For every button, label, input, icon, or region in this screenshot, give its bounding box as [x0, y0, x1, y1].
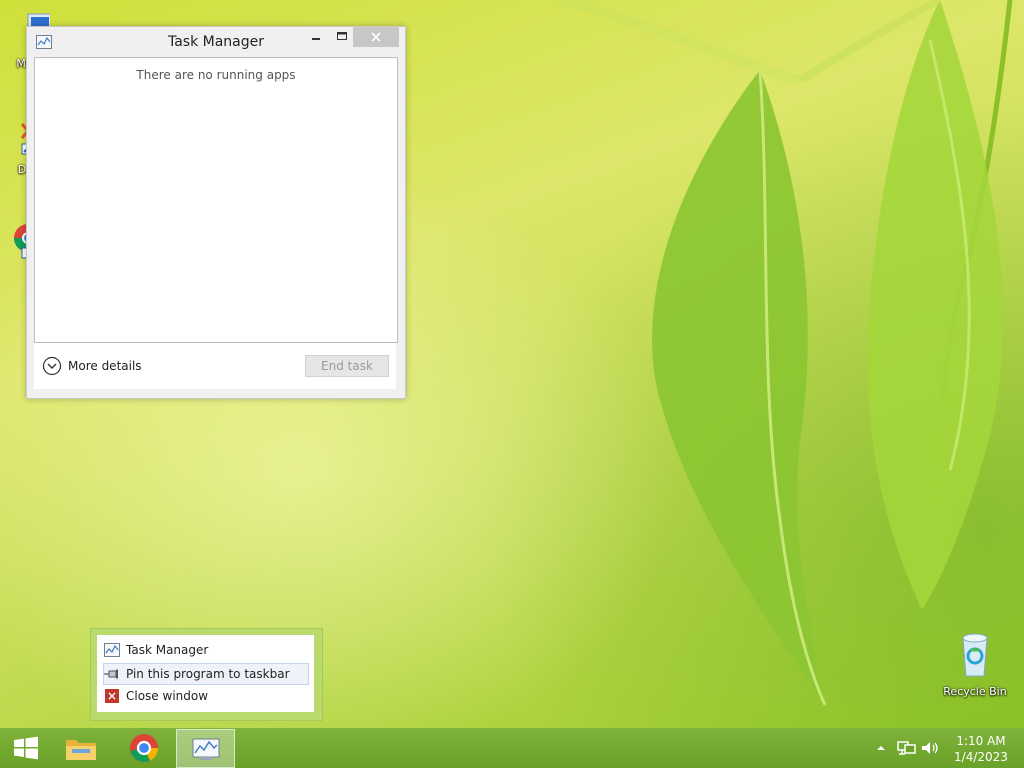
jump-list-panel: Task Manager Pin this program to taskbar… [97, 635, 314, 712]
task-manager-window[interactable]: Task Manager There are no running apps M… [26, 26, 406, 399]
task-manager-icon [192, 738, 219, 760]
desktop-icon-label: Recycle Bin [943, 685, 1007, 698]
chevron-down-icon [42, 356, 62, 376]
clock-date: 1/4/2023 [954, 750, 1008, 764]
windows-logo-icon [14, 736, 38, 760]
maximize-button[interactable] [329, 27, 355, 47]
jump-list-item-task-manager[interactable]: Task Manager [104, 640, 308, 660]
taskbar-file-explorer[interactable] [55, 728, 107, 768]
clock-time: 1:10 AM [956, 734, 1006, 748]
maximize-icon [337, 32, 347, 40]
taskbar-clock[interactable]: 1:10 AM 1/4/2023 [948, 733, 1014, 765]
minimize-button[interactable] [303, 27, 329, 47]
close-icon [371, 32, 381, 42]
more-details-button[interactable]: More details [42, 356, 142, 376]
more-details-label: More details [68, 359, 142, 373]
pin-icon [104, 666, 120, 682]
minimize-icon [312, 38, 320, 40]
close-button[interactable] [353, 27, 399, 47]
taskbar: 1:10 AM 1/4/2023 [0, 728, 1024, 768]
process-list[interactable]: There are no running apps [34, 57, 398, 343]
jump-list-label: Close window [126, 689, 209, 703]
taskbar-task-manager[interactable] [176, 729, 235, 768]
system-tray [874, 728, 940, 768]
jump-list-label: Pin this program to taskbar [126, 667, 290, 681]
jump-list-label: Task Manager [126, 643, 209, 657]
jump-list: Task Manager Pin this program to taskbar… [90, 628, 323, 721]
recycle-bin-icon [962, 633, 988, 677]
start-button[interactable] [0, 728, 52, 768]
network-icon[interactable] [896, 739, 918, 757]
volume-icon[interactable] [920, 739, 940, 757]
taskbar-chrome[interactable] [118, 728, 170, 768]
end-task-button[interactable]: End task [305, 355, 389, 377]
title-bar[interactable]: Task Manager [27, 27, 405, 57]
jump-list-item-pin[interactable]: Pin this program to taskbar [103, 663, 309, 685]
task-manager-icon [104, 642, 120, 658]
recycle-bin-desktop-icon[interactable]: Recycle Bin [939, 628, 1011, 698]
window-footer: More details End task [34, 343, 396, 389]
show-hidden-icons-chevron-up-icon[interactable] [874, 741, 888, 755]
close-window-icon [104, 688, 120, 704]
empty-message: There are no running apps [136, 68, 296, 82]
file-explorer-icon [66, 740, 96, 760]
jump-list-item-close-window[interactable]: Close window [104, 686, 308, 706]
chrome-icon [130, 734, 158, 762]
